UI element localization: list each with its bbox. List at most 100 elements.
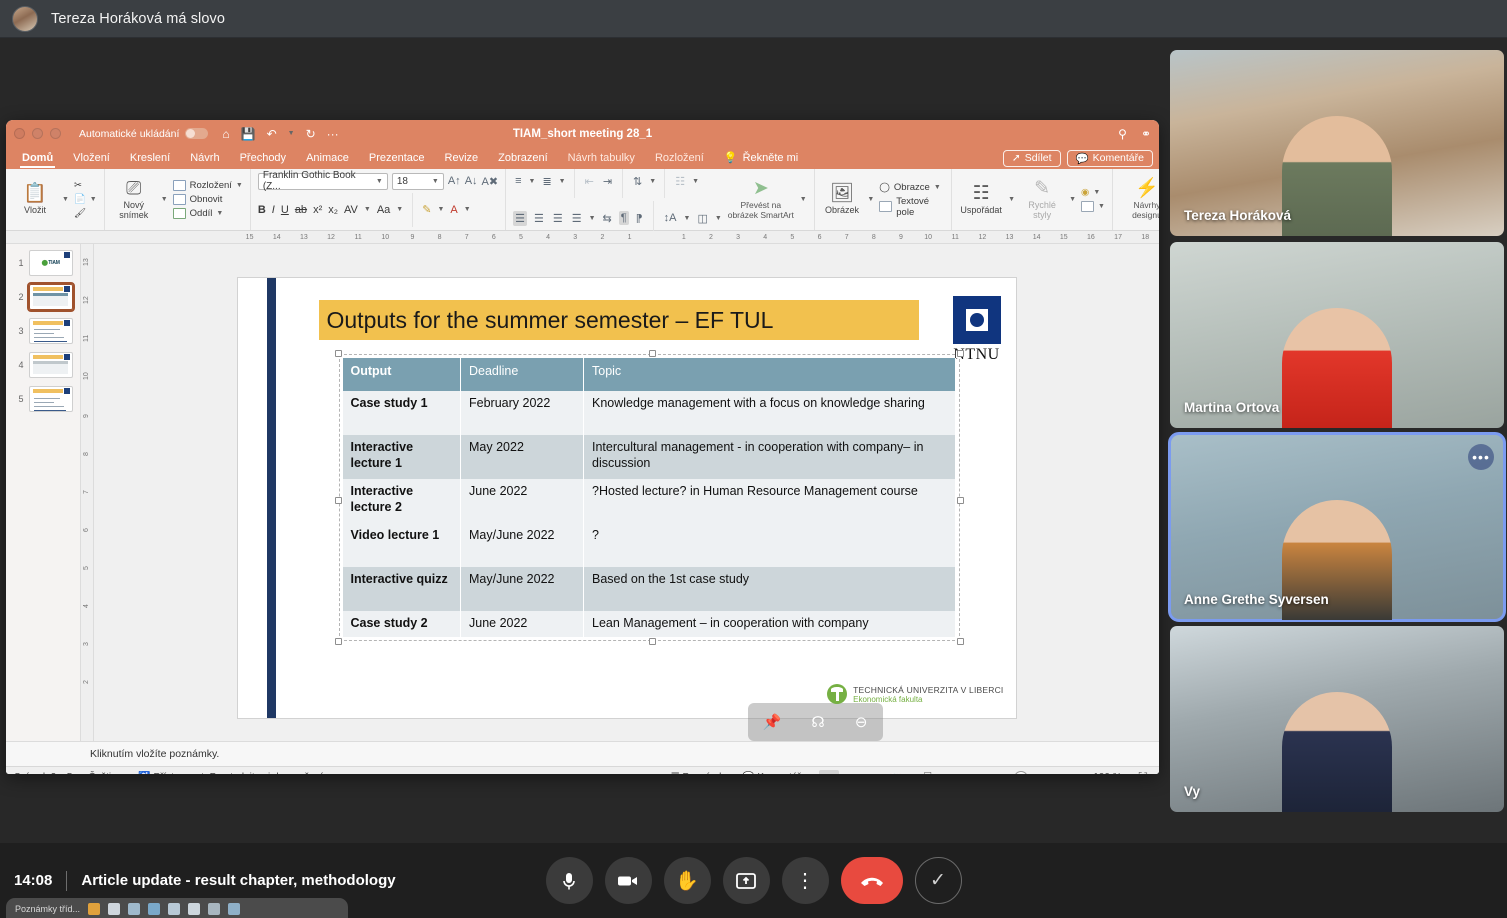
align-text-box-icon[interactable]: ◫ xyxy=(695,211,709,226)
picture-chevron-down-icon[interactable]: ▼ xyxy=(867,196,874,203)
tab-domu[interactable]: Domů xyxy=(12,147,63,169)
microphone-button[interactable] xyxy=(545,857,593,904)
font-controls[interactable]: Franklin Gothic Book (Z... ▼ 18 ▼ A↑ A↓ … xyxy=(257,170,499,227)
thumbnail-row[interactable]: 4 xyxy=(14,352,73,378)
bullet-chevron-down-icon[interactable]: ▼ xyxy=(529,178,536,185)
zoom-in-button[interactable]: + xyxy=(1074,772,1080,774)
increase-indent-icon[interactable]: ⇥ xyxy=(601,174,614,189)
decrease-font-size-icon[interactable]: A↓ xyxy=(465,175,478,187)
columns-icon[interactable]: ☷ xyxy=(673,174,687,189)
cell-output[interactable]: Interactive lecture 2 xyxy=(342,479,461,523)
window-controls[interactable] xyxy=(14,128,61,139)
tab-navrh-tabulky[interactable]: Návrh tabulky xyxy=(558,147,645,169)
columns-chevron-down-icon[interactable]: ▼ xyxy=(692,178,699,185)
language-label[interactable]: Čeština xyxy=(88,772,122,774)
font-row[interactable]: Franklin Gothic Book (Z... ▼ 18 ▼ A↑ A↓ … xyxy=(257,170,499,192)
textbox-button[interactable]: Textové pole xyxy=(879,196,944,218)
cell-deadline[interactable]: June 2022 xyxy=(460,611,584,637)
shape-outline-button[interactable]: ▼ xyxy=(1081,201,1105,212)
slide-thumbnail-3[interactable] xyxy=(28,318,73,344)
autosave-control[interactable]: Automatické ukládání xyxy=(79,128,209,140)
character-spacing-chevron-down-icon[interactable]: ▼ xyxy=(364,206,371,213)
underline-button[interactable]: U xyxy=(281,204,289,216)
subscript-button[interactable]: x₂ xyxy=(328,204,338,216)
quick-styles-button[interactable]: ✎ Rychlé styly xyxy=(1020,179,1064,220)
thumbnail-row[interactable]: 2 xyxy=(14,282,75,312)
insert-small-buttons[interactable]: ◯ Obrazce ▼ Textové pole xyxy=(879,182,944,218)
slide-editing-stage[interactable]: Outputs for the summer semester – EF TUL… xyxy=(94,244,1159,741)
share-screen-button[interactable] xyxy=(722,857,770,904)
quick-access-toolbar[interactable]: ⌂ 💾 ↶ ▼ ↻ ··· xyxy=(222,127,338,141)
convert-to-smartart-button[interactable]: ➤ Převést na obrázek SmartArt xyxy=(727,179,795,220)
comments-toggle-button[interactable]: 💬 Komentáře xyxy=(742,772,806,774)
clipboard-small-buttons[interactable]: ✂ 📄 ▼ 🖌 xyxy=(74,180,97,219)
new-slide-chevron-down-icon[interactable]: ▼ xyxy=(161,196,168,203)
paste-chevron-down-icon[interactable]: ▼ xyxy=(62,196,69,203)
slide-thumbnail-1[interactable]: TIAM xyxy=(28,250,73,276)
text-vertical-align-icon[interactable]: ↕A xyxy=(662,211,679,225)
taskbar-app-icon[interactable] xyxy=(208,903,221,915)
thumbnail-row[interactable]: 1 TIAM xyxy=(14,250,73,276)
tab-revize[interactable]: Revize xyxy=(435,147,489,169)
arrange-chevron-down-icon[interactable]: ▼ xyxy=(1008,196,1015,203)
cell-deadline[interactable]: February 2022 xyxy=(460,391,584,435)
text-direction-icon[interactable]: ⇆ xyxy=(601,211,614,226)
shape-format-buttons[interactable]: ◉ ▼ ▼ xyxy=(1081,187,1105,212)
increase-font-size-icon[interactable]: A↑ xyxy=(448,175,461,187)
font-name-input[interactable]: Franklin Gothic Book (Z... ▼ xyxy=(257,170,388,192)
slide-thumbnail-pane[interactable]: 1 TIAM 2 3 4 5 xyxy=(6,244,81,741)
section-button[interactable]: Oddíl ▼ xyxy=(172,208,243,219)
participant-tile-martina[interactable]: Martina Ortova xyxy=(1170,242,1504,428)
tab-prezentace[interactable]: Prezentace xyxy=(359,147,435,169)
table-row[interactable]: Interactive quizz May/June 2022 Based on… xyxy=(342,567,956,611)
presenter-pin-overlay[interactable]: 📌 ☊ ⊖ xyxy=(747,703,883,741)
taskbar-app-icon[interactable] xyxy=(228,903,241,915)
resize-handle-sw[interactable] xyxy=(334,637,342,645)
share-button[interactable]: ➚ Sdílet xyxy=(1002,149,1061,167)
cell-output[interactable]: Interactive lecture 1 xyxy=(342,435,461,479)
home-icon[interactable]: ⌂ xyxy=(222,127,229,141)
align-center-icon[interactable]: ☰ xyxy=(532,211,546,226)
powerpoint-window[interactable]: Automatické ukládání ⌂ 💾 ↶ ▼ ↻ ··· TIAM_… xyxy=(6,120,1159,774)
bullet-list-icon[interactable]: ≡ xyxy=(513,174,523,188)
meeting-controls[interactable]: ✋ ⋮ ✓ xyxy=(545,857,962,904)
search-icon[interactable]: ⚲ xyxy=(1118,127,1127,141)
hang-up-button[interactable] xyxy=(840,857,903,904)
tab-prechody[interactable]: Přechody xyxy=(230,147,296,169)
format-row[interactable]: B I U ab x² x₂ AV ▼ Aa ▼ ✎ ▼ A ▼ xyxy=(258,192,498,227)
outline-chevron-down-icon[interactable]: ▼ xyxy=(1098,203,1105,210)
taskbar-app-icon[interactable] xyxy=(128,903,141,915)
quick-styles-chevron-down-icon[interactable]: ▼ xyxy=(1069,196,1076,203)
participant-tile-anne[interactable]: ••• Anne Grethe Syversen xyxy=(1168,432,1506,622)
redo-icon[interactable]: ↻ xyxy=(306,127,316,141)
normal-view-button[interactable]: ▤ xyxy=(819,769,839,774)
character-spacing-icon[interactable]: AV xyxy=(344,204,358,216)
fit-to-window-button[interactable]: ⛶ xyxy=(1135,769,1151,774)
table-row[interactable]: Case study 2 June 2022 Lean Management –… xyxy=(342,611,956,637)
notes-toggle-button[interactable]: ☰ Poznámky xyxy=(671,772,729,774)
comments-button[interactable]: 💬 Komentáře xyxy=(1066,149,1153,167)
arrange-button[interactable]: ☷ Uspořádat xyxy=(959,184,1003,215)
os-taskbar[interactable]: Poznámky tříd... xyxy=(6,898,348,918)
close-window-button[interactable] xyxy=(14,128,25,139)
shapes-button[interactable]: ◯ Obrazce ▼ xyxy=(879,182,944,193)
align-right-icon[interactable]: ☰ xyxy=(551,211,565,226)
cell-topic[interactable]: ?Hosted lecture? in Human Resource Manag… xyxy=(583,479,956,523)
ltr-direction-icon[interactable]: ¶ xyxy=(618,211,629,225)
slideshow-view-button[interactable]: ⎘ xyxy=(920,769,938,774)
text-highlight-icon[interactable]: ✎ xyxy=(422,203,431,216)
font-size-input[interactable]: 18 ▼ xyxy=(391,172,444,190)
titlebar-right-icons[interactable]: ⚲ ⚭ xyxy=(1118,127,1151,141)
pin-icon[interactable]: 📌 xyxy=(763,713,782,731)
italic-button[interactable]: I xyxy=(272,204,275,216)
cell-topic[interactable]: Based on the 1st case study xyxy=(583,567,956,611)
design-ideas-button[interactable]: ⚡ Návrhy designu xyxy=(1120,179,1159,220)
clear-formatting-icon[interactable]: A✖ xyxy=(482,175,499,188)
ribbon-toolbar[interactable]: 📋 Vložit ▼ ✂ 📄 ▼ 🖌 ⎚ Nový snímek ▼ Rozlo… xyxy=(6,164,1159,235)
vertical-align-chevron-down-icon[interactable]: ▼ xyxy=(684,215,691,222)
column-header-deadline[interactable]: Deadline xyxy=(460,358,584,391)
font-name-chevron-down-icon[interactable]: ▼ xyxy=(376,178,383,185)
resize-handle-n[interactable] xyxy=(649,350,656,357)
cell-topic[interactable]: Lean Management – in cooperation with co… xyxy=(583,611,956,637)
resize-handle-ne[interactable] xyxy=(956,350,964,357)
